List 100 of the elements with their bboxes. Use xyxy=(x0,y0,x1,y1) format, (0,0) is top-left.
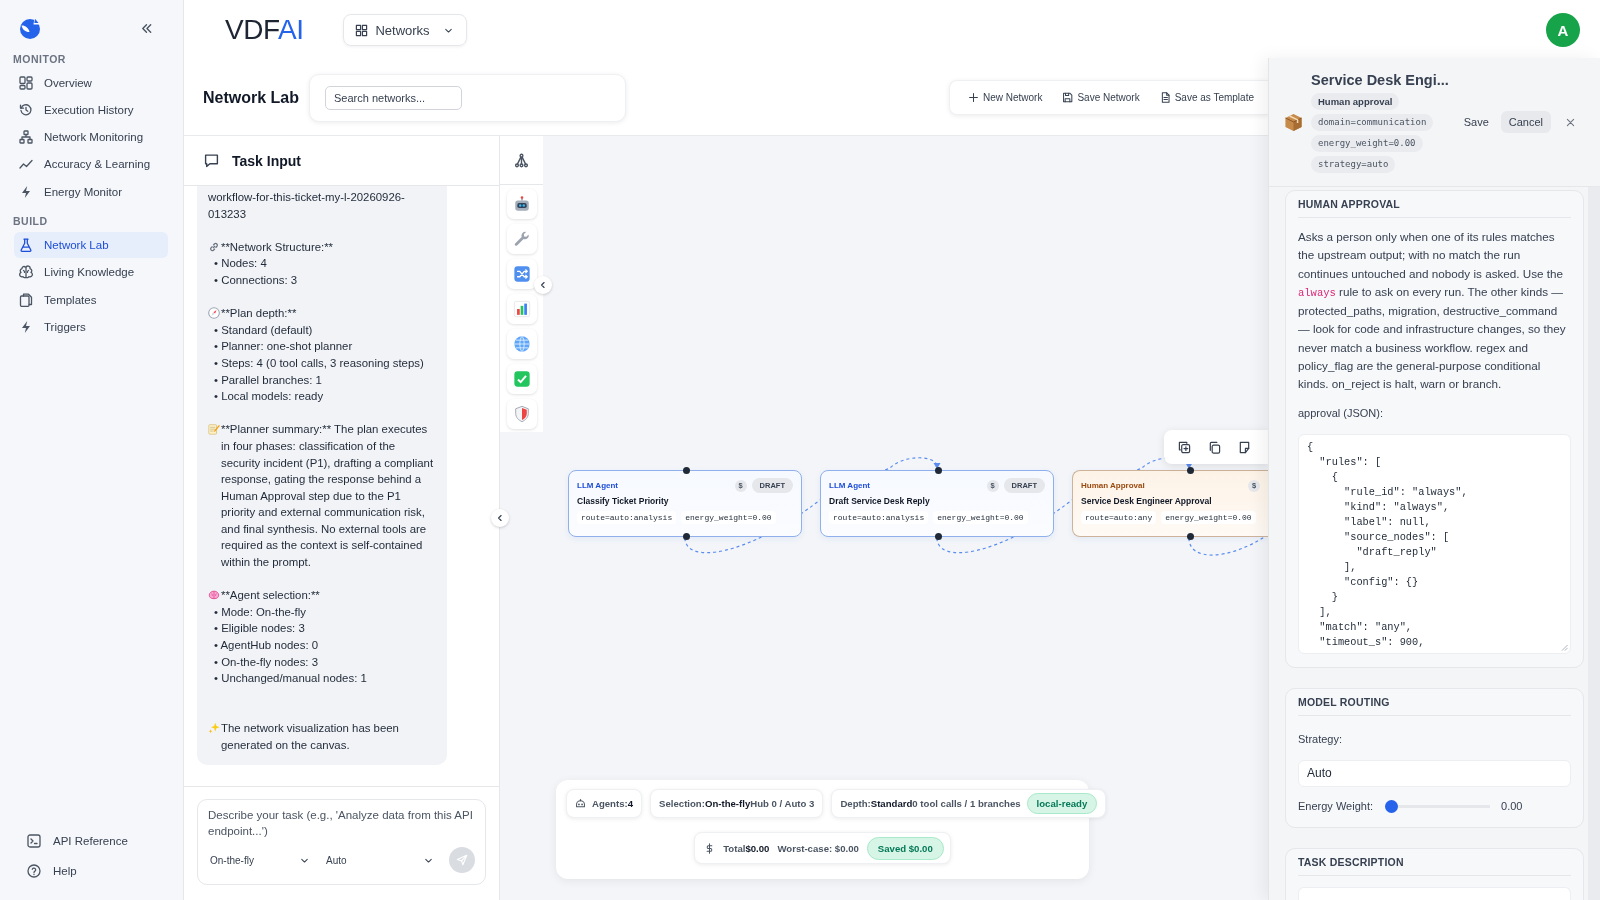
connection-handle[interactable] xyxy=(682,533,690,540)
send-icon xyxy=(456,854,468,866)
inspector-title: Service Desk Engi... xyxy=(1311,71,1450,88)
node-type-label: Human Approval xyxy=(1081,481,1145,490)
toolbar-button[interactable]: Save Network xyxy=(1054,84,1148,111)
field-label: Strategy: xyxy=(1298,731,1344,747)
task-composer[interactable]: Describe your task (e.g., 'Analyze data from this API endpoint...') On-the-fly Auto xyxy=(197,799,486,885)
message-text: **Network Structure:** xyxy=(221,239,335,255)
message-list-item: • Standard (default) xyxy=(213,322,314,338)
chat-icon xyxy=(204,153,219,168)
memo-icon xyxy=(208,423,220,436)
message-list-item: • Mode: On-the-fly xyxy=(213,604,307,620)
message-text: **Agent selection:** xyxy=(221,588,321,604)
message-list-item: • Connections: 3 xyxy=(213,272,299,288)
connection-handle[interactable] xyxy=(934,533,942,540)
bot-icon xyxy=(575,798,586,809)
strategy-field[interactable]: Auto xyxy=(1298,759,1571,787)
network-switcher[interactable]: Networks xyxy=(343,14,467,46)
section-label: BUILD xyxy=(12,214,49,229)
lightning-icon xyxy=(19,184,33,199)
close-button[interactable] xyxy=(1565,116,1576,128)
message-list-item: • Eligible nodes: 3 xyxy=(213,621,306,637)
message-list-item: • AgentHub nodes: 0 xyxy=(213,638,320,654)
selection-stat: Selection:On-the-flyHub 0 / Auto 3 xyxy=(659,798,815,809)
section-heading: MODEL ROUTING xyxy=(1298,695,1571,716)
worst-case-cost: Worst-case: $0.00 xyxy=(777,842,859,854)
savings-badge: Saved $0.00 xyxy=(866,836,944,860)
connection-handle[interactable] xyxy=(682,467,690,474)
footer-link[interactable]: API Reference xyxy=(0,826,183,856)
brain-icon xyxy=(208,589,220,602)
message-list-item: • Unchanged/manual nodes: 1 xyxy=(213,671,368,687)
slider-thumb[interactable] xyxy=(1385,799,1398,813)
network-tree-icon xyxy=(514,152,529,168)
node-tag: energy_weight=0.00 xyxy=(1161,511,1256,524)
footer-link[interactable]: Help xyxy=(0,856,183,886)
node-tag: route=auto:any xyxy=(1081,511,1157,524)
connection-handle[interactable] xyxy=(1186,533,1194,540)
json-editor-field[interactable]: { "rules": [ { "rule_id": "always", "kind": "always", "label": null, "source_nodes": [ "draft_reply" ], "config": {} } ], "match": "any", "timeout_s": 900, xyxy=(1298,433,1571,654)
save-button[interactable]: Save xyxy=(1457,111,1495,133)
logo-icon xyxy=(19,16,43,40)
message-list-item: • On-the-fly nodes: 3 xyxy=(213,654,320,670)
search-field[interactable]: Search networks... xyxy=(325,85,462,110)
box-icon xyxy=(1284,112,1303,132)
nav-item[interactable]: Accuracy & Learning xyxy=(14,151,168,178)
tool-button[interactable] xyxy=(506,189,537,219)
description-text: Asks a person only when one of its rules matches the upstream output; with no match the run continues untouched and nobody is asked. Use the always rule to ask on every run. The other kinds — protected_paths, migration, destructive_command — look for code and infrastructure changes, so they never match a business workflow. regex and policy_flag are the general-purpose conditional kinds. on_reject is halt, warn or branch. xyxy=(1298,229,1567,393)
cancel-button[interactable]: Cancel xyxy=(1500,111,1551,133)
message-text: The network visualization has been generated on the canvas. xyxy=(221,721,400,753)
nav-item[interactable]: Templates xyxy=(14,286,168,313)
terminal-icon xyxy=(27,834,41,848)
agents-stat: Agents:4 xyxy=(592,798,634,809)
nav-item[interactable]: Triggers xyxy=(14,313,168,340)
status-badge: local-ready xyxy=(1026,793,1098,814)
brain-icon xyxy=(19,265,33,280)
close-icon xyxy=(1565,116,1576,128)
field-label: approval (JSON): xyxy=(1298,405,1384,421)
page-title: Network Lab xyxy=(203,88,299,107)
node-type-label: LLM Agent xyxy=(577,481,619,490)
panel-title: Task Input xyxy=(232,152,301,169)
toolbar-button[interactable]: Save as Template xyxy=(1151,84,1262,111)
nav-item[interactable]: Overview xyxy=(14,69,168,96)
file-icon xyxy=(1159,92,1171,103)
lightning-icon xyxy=(19,319,33,334)
compass-icon xyxy=(208,307,220,320)
wrench-icon xyxy=(512,230,531,248)
collapse-sidebar-button[interactable] xyxy=(140,21,153,35)
files-icon xyxy=(19,292,33,307)
double-chevron-left-icon xyxy=(140,21,153,35)
robot-icon xyxy=(512,195,531,213)
mode-select[interactable]: On-the-fly xyxy=(208,848,312,872)
total-cost: Total$0.00 xyxy=(723,842,770,854)
note-icon xyxy=(1237,440,1251,454)
message-text: **Plan depth:** xyxy=(221,306,298,322)
message-list-item: • Planner: one-shot planner xyxy=(213,339,354,355)
nav-item[interactable]: Execution History xyxy=(14,96,168,123)
nav-item[interactable]: Network Lab xyxy=(14,232,168,258)
shuffle-icon xyxy=(512,265,531,283)
node-type-label: LLM Agent xyxy=(829,481,871,490)
node-tag: Human approval xyxy=(1311,92,1400,110)
help-icon xyxy=(27,864,41,878)
connection-handle[interactable] xyxy=(934,467,942,474)
message-text: **Planner summary:** The plan executes in four phases: classification of the security incident (P1), drafting a compliant response, gating the response behind a Human Approval step due to the P1 priority and external communication risk, and final synthesis. No external tools are required as the context is self-contained within the prompt. xyxy=(221,422,435,571)
duplicate-icon xyxy=(1177,440,1191,454)
layout-button[interactable] xyxy=(514,152,529,168)
section-heading: HUMAN APPROVAL xyxy=(1298,198,1571,218)
nav-item[interactable]: Energy Monitor xyxy=(14,178,168,205)
message-list-item: • Local models: ready xyxy=(213,389,325,405)
model-select[interactable]: Auto xyxy=(324,848,436,872)
check-icon xyxy=(512,370,531,388)
node-tag: energy_weight=0.00 xyxy=(1311,134,1423,152)
nav-item[interactable]: Living Knowledge xyxy=(14,259,168,286)
sitemap-icon xyxy=(19,130,33,145)
node-title: Service Desk Engineer Approval xyxy=(1081,496,1213,506)
connection-handle[interactable] xyxy=(1186,467,1194,474)
brand-wordmark: VDFAI xyxy=(225,16,304,44)
copy-icon xyxy=(1207,440,1221,454)
toolbar-button[interactable]: New Network xyxy=(959,84,1051,111)
link-icon xyxy=(208,240,220,253)
nav-item[interactable]: Network Monitoring xyxy=(14,124,168,151)
node-tag: energy_weight=0.00 xyxy=(933,511,1028,524)
